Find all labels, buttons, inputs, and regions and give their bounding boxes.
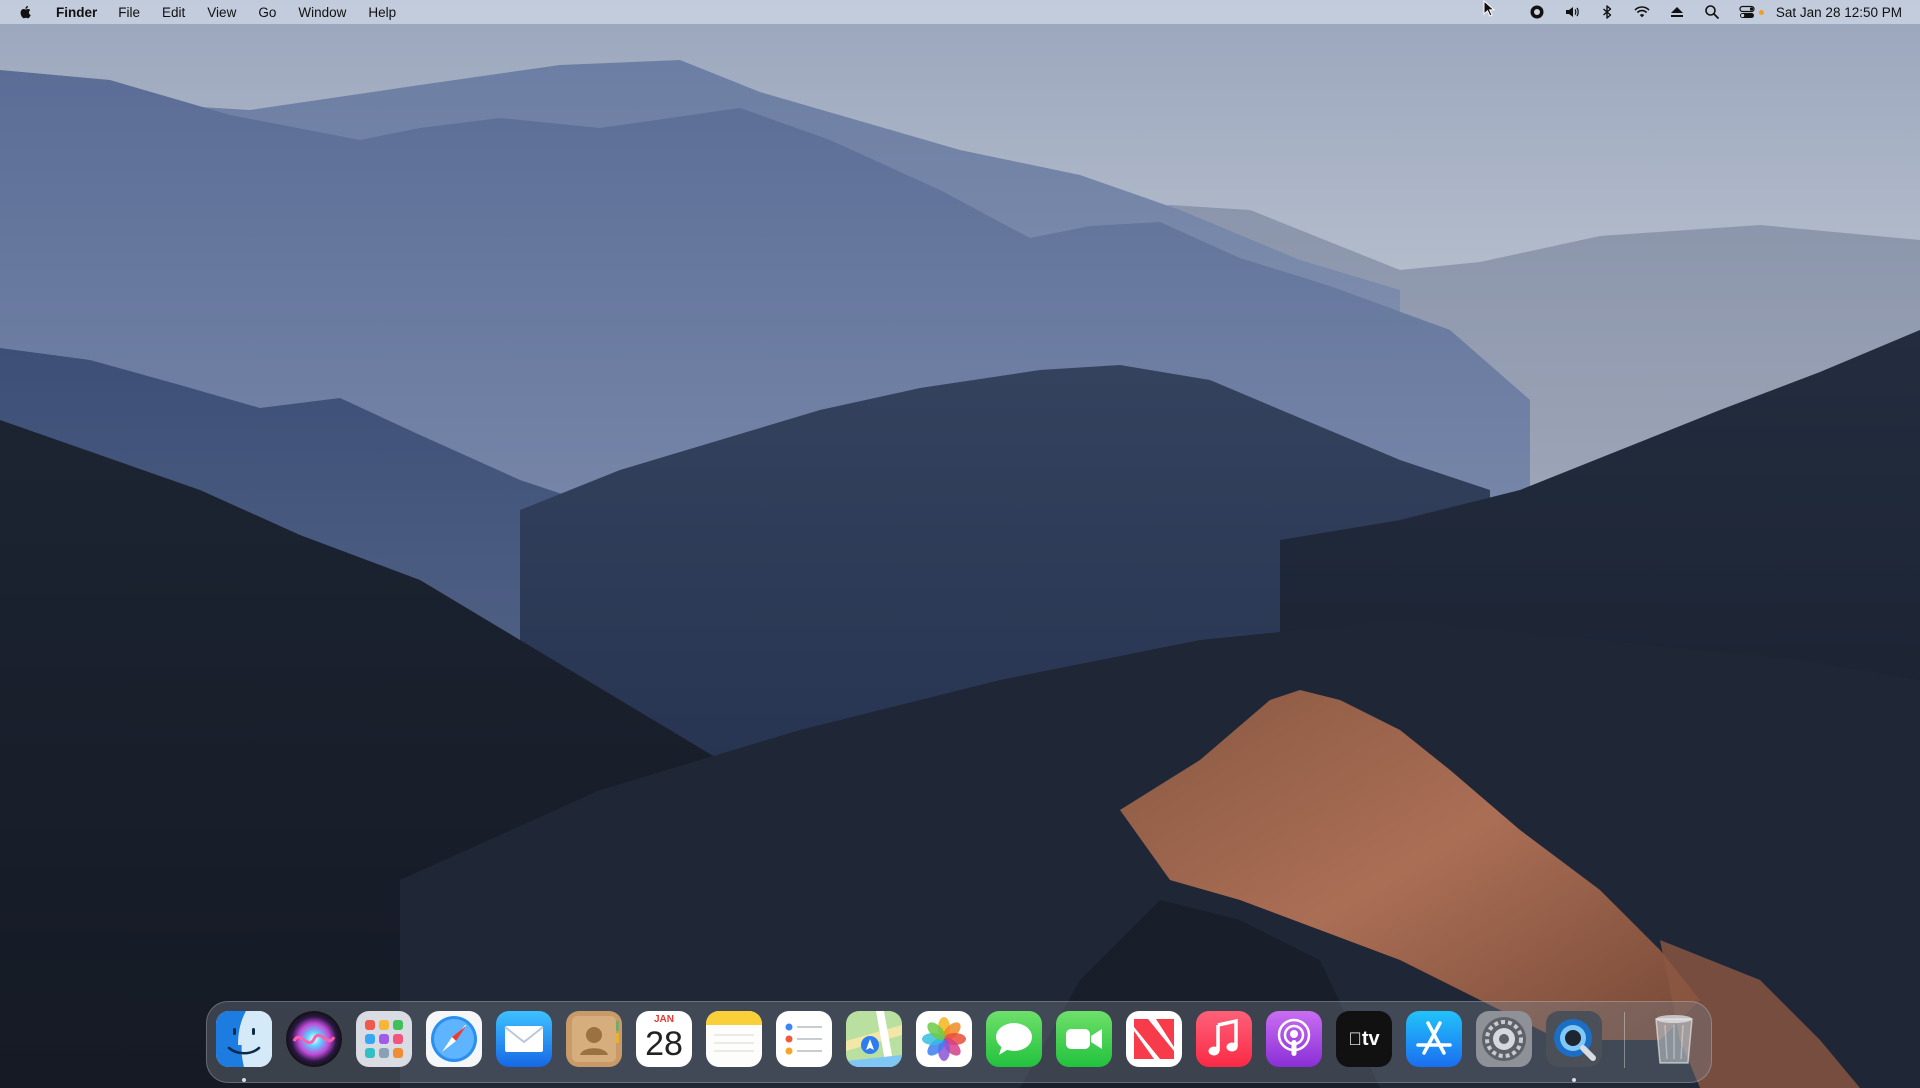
podcasts-icon <box>1266 1011 1322 1067</box>
apple-tv-icon: tv <box>1336 1028 1392 1051</box>
safari-icon <box>426 1011 482 1067</box>
desktop-wallpaper <box>0 0 1920 1088</box>
menu-bar-status-area: Sat Jan 28 12:50 PM <box>1511 0 1920 24</box>
menu-edit[interactable]: Edit <box>162 5 185 20</box>
siri-icon <box>286 1011 342 1067</box>
dock-messages[interactable] <box>986 1011 1042 1067</box>
menu-file[interactable]: File <box>118 5 140 20</box>
photos-icon <box>916 1011 972 1067</box>
dock-contacts[interactable] <box>566 1011 622 1067</box>
maps-icon <box>846 1011 902 1067</box>
mountain-landscape <box>0 0 1920 1088</box>
dock-finder[interactable] <box>216 1011 272 1067</box>
quicktime-icon <box>1546 1011 1602 1067</box>
mail-icon <box>496 1011 552 1067</box>
dock-apple-tv[interactable]: tv <box>1336 1011 1392 1067</box>
menu-bar-clock[interactable]: Sat Jan 28 12:50 PM <box>1776 5 1902 20</box>
music-icon <box>1196 1011 1252 1067</box>
dock-launchpad[interactable] <box>356 1011 412 1067</box>
messages-icon <box>986 1011 1042 1067</box>
bluetooth-icon[interactable] <box>1598 3 1616 21</box>
dock-mail[interactable] <box>496 1011 552 1067</box>
dock-separator <box>1624 1012 1625 1068</box>
quicktime-running-indicator <box>1572 1078 1576 1082</box>
dock-news[interactable] <box>1126 1011 1182 1067</box>
eject-icon[interactable] <box>1668 3 1686 21</box>
dock-music[interactable] <box>1196 1011 1252 1067</box>
screen-record-icon[interactable] <box>1528 3 1546 21</box>
reminders-icon <box>776 1011 832 1067</box>
dock-siri[interactable] <box>286 1011 342 1067</box>
spotlight-search-icon[interactable] <box>1703 3 1721 21</box>
calendar-icon <box>636 1011 692 1067</box>
volume-icon[interactable] <box>1563 3 1581 21</box>
dock-safari[interactable] <box>426 1011 482 1067</box>
dock-calendar[interactable]: JAN 28 <box>636 1011 692 1067</box>
wifi-icon[interactable] <box>1633 3 1651 21</box>
launchpad-icon <box>356 1011 412 1067</box>
dock-quicktime-player[interactable] <box>1546 1011 1602 1067</box>
menu-go[interactable]: Go <box>258 5 276 20</box>
menu-view[interactable]: View <box>207 5 236 20</box>
microphone-in-use-indicator <box>1758 9 1764 15</box>
dock-photos[interactable] <box>916 1011 972 1067</box>
menu-help[interactable]: Help <box>368 5 396 20</box>
app-store-icon <box>1406 1011 1462 1067</box>
dock-system-settings[interactable] <box>1476 1011 1532 1067</box>
menu-bar-left: Finder File Edit View Go Window Help <box>0 0 418 24</box>
notes-icon <box>706 1011 762 1067</box>
finder-icon <box>216 1011 272 1067</box>
finder-running-indicator <box>242 1078 246 1082</box>
apple-tv-logo-icon:  <box>1348 1029 1362 1049</box>
trash-icon <box>1655 1015 1693 1064</box>
system-settings-icon <box>1476 1011 1532 1067</box>
dock-maps[interactable] <box>846 1011 902 1067</box>
menu-bar: Finder File Edit View Go Window Help Sat… <box>0 0 1920 24</box>
menu-app-name[interactable]: Finder <box>56 5 97 20</box>
mouse-cursor-icon <box>1483 0 1496 17</box>
dock-reminders[interactable] <box>776 1011 832 1067</box>
dock-podcasts[interactable] <box>1266 1011 1322 1067</box>
control-center-icon[interactable] <box>1738 3 1756 21</box>
dock-notes[interactable] <box>706 1011 762 1067</box>
dock-facetime[interactable] <box>1056 1011 1112 1067</box>
dock-app-store[interactable] <box>1406 1011 1462 1067</box>
dock-trash[interactable] <box>1646 1011 1702 1067</box>
contacts-icon <box>566 1011 622 1067</box>
menu-window[interactable]: Window <box>298 5 346 20</box>
apple-logo-icon[interactable] <box>18 3 36 21</box>
facetime-icon <box>1056 1011 1112 1067</box>
apple-tv-label: tv <box>1355 1028 1380 1050</box>
news-icon <box>1126 1011 1182 1067</box>
